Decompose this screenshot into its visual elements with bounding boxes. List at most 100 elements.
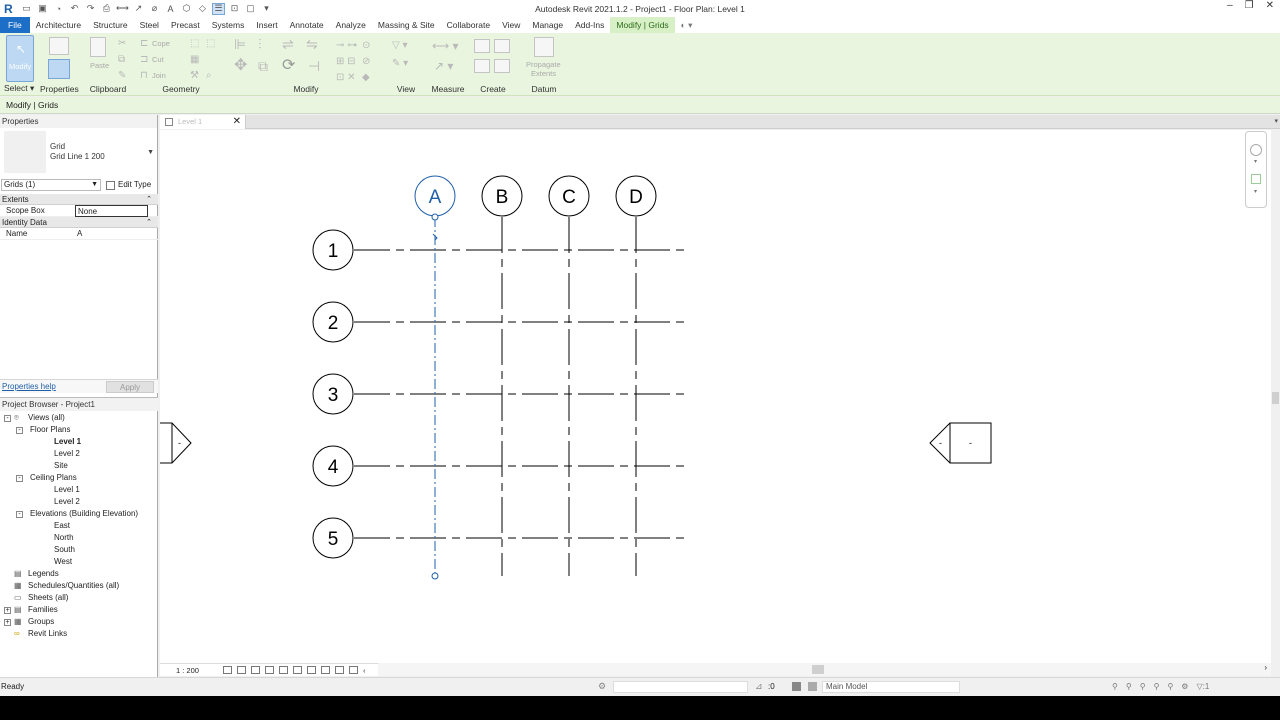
browser-node[interactable]: - Floor Plans [0,424,158,436]
close-hidden-icon[interactable]: ⊡ [228,3,241,15]
chevron-down-icon[interactable]: ▾ [1274,117,1278,125]
create-parts-icon[interactable] [494,39,510,53]
properties-help-link[interactable]: Properties help [2,382,56,391]
select-links-icon[interactable]: ⚲ [1112,682,1118,691]
paste-icon[interactable] [90,37,106,57]
demolish-icon[interactable]: ⚒ [190,71,199,81]
cut-geometry-icon[interactable]: ⊐ [140,55,148,65]
unpin-icon[interactable]: ⊘ [362,57,370,67]
remove-paint-icon[interactable]: ⌕ [206,71,212,81]
horizontal-scroll-thumb[interactable] [812,665,824,674]
type-properties-icon[interactable] [49,37,69,55]
select-underlay-icon[interactable]: ⚲ [1126,682,1132,691]
tab-precast[interactable]: Precast [165,17,206,33]
wall-joins-icon[interactable]: ⬚ [190,39,199,49]
hide-icon[interactable]: ▽ ▾ [392,41,408,51]
select-by-face-icon[interactable]: ⚲ [1154,682,1160,691]
properties-toggle-icon[interactable] [48,59,70,79]
browser-node[interactable]: West [0,556,158,568]
tab-collaborate[interactable]: Collaborate [441,17,496,33]
filter-icon[interactable]: ▽:1 [1196,682,1209,691]
category-identity-data[interactable]: Identity Data ⌃ [0,217,158,228]
create-assembly-icon[interactable] [474,39,490,53]
show-crop-icon[interactable] [292,666,302,674]
design-options-icon[interactable] [792,682,801,691]
scroll-right-icon[interactable]: › [1264,663,1267,672]
browser-node[interactable]: - ⌾ Views (all) [0,412,158,424]
background-processes-icon[interactable]: ⚙ [1181,682,1188,691]
mirror-draw-icon[interactable]: ⇋ [306,37,318,51]
expand-toggle-icon[interactable]: + [4,619,11,626]
select-dropdown[interactable]: Select ▾ [2,83,40,94]
browser-node[interactable]: Site [0,460,158,472]
redo-icon[interactable]: ↷ [84,3,97,15]
tag-icon[interactable]: ⌀ [148,3,161,15]
open-icon[interactable]: ▭ [20,3,33,15]
tab-steel[interactable]: Steel [134,17,165,33]
measure-icon[interactable]: ⟷ [116,3,129,15]
tab-add-ins[interactable]: Add-Ins [569,17,610,33]
select-pinned-icon[interactable]: ⚲ [1140,682,1146,691]
cut-clip-icon[interactable]: ✂ [118,39,126,49]
offset-icon[interactable]: ⫶ [258,37,262,51]
measure-distance-icon[interactable]: ⟷ ▾ [432,40,459,52]
reveal-hidden-icon[interactable] [320,666,330,674]
create-similar-icon[interactable] [494,59,510,73]
shadows-icon[interactable] [264,666,274,674]
temp-hide-icon[interactable] [306,666,316,674]
visual-style-icon[interactable] [236,666,246,674]
pin-icon[interactable]: ⊙ [362,41,370,51]
override-icon[interactable]: ✎ ▾ [392,59,408,69]
modify-button[interactable]: ↖ Modify [6,35,34,82]
revit-logo-icon[interactable]: R [4,2,17,16]
view-tab-level-1[interactable]: Level 1 ✕ [160,115,246,129]
editing-requests-icon[interactable]: ⊿ [755,681,763,692]
collapse-toggle-icon[interactable]: - [16,511,23,518]
highlight-displacement-icon[interactable] [348,666,358,674]
browser-node[interactable]: + ▦ Groups [0,616,158,628]
sun-path-icon[interactable] [250,666,260,674]
3d-view-icon[interactable]: ⬡ [180,3,193,15]
browser-node[interactable]: Level 1 [0,484,158,496]
elevation-marker-east[interactable]: - - [929,422,992,464]
restore-icon[interactable]: ❐ [1245,0,1254,11]
browser-node[interactable]: Level 1 [0,436,158,448]
tab-analyze[interactable]: Analyze [330,17,372,33]
browser-node[interactable]: ▦ Schedules/Quantities (all) [0,580,158,592]
category-extents[interactable]: Extents ⌃ [0,194,158,205]
type-selector[interactable]: Grid Grid Line 1 200 ▼ [2,129,156,177]
browser-node[interactable]: Level 2 [0,496,158,508]
split-icon[interactable]: ⊸ ⊶ [336,41,357,51]
detail-level-icon[interactable] [222,666,232,674]
chevron-down-icon[interactable]: ▾ [1254,158,1257,165]
worksets-icon[interactable]: ⚙ [598,681,606,692]
ribbon-toggle-icon[interactable]: ◐ ▾ [675,17,699,33]
rotate-icon[interactable]: ⟳ [282,58,295,74]
view-scale[interactable]: 1 : 200 [176,666,199,675]
copy-icon[interactable]: ⧉ [258,59,268,73]
browser-node[interactable]: ∞ Revit Links [0,628,158,640]
save-icon[interactable]: ▣ [36,3,49,15]
tab-annotate[interactable]: Annotate [284,17,330,33]
elevation-marker-west[interactable]: - [160,422,192,464]
minimize-icon[interactable]: ‒ [1227,0,1233,11]
tab-systems[interactable]: Systems [206,17,251,33]
mirror-axis-icon[interactable]: ⇌ [282,37,294,51]
scale-icon[interactable]: ⊡ ✕ [336,73,356,83]
create-group-icon[interactable] [474,59,490,73]
browser-node[interactable]: - Elevations (Building Elevation) [0,508,158,520]
chevron-down-icon[interactable]: ▾ [1254,188,1257,195]
align-icon[interactable]: ⊫ [234,37,246,51]
close-icon[interactable]: ✕ [233,115,241,128]
text-icon[interactable]: A [164,3,177,15]
match-type-icon[interactable]: ✎ [118,71,126,81]
tab-modify-grids[interactable]: Modify | Grids [610,17,675,33]
scope-box-field[interactable]: None [75,205,148,217]
crop-view-icon[interactable] [278,666,288,674]
workset-combo[interactable] [613,681,748,693]
collapse-toggle-icon[interactable]: - [16,427,23,434]
tab-architecture[interactable]: Architecture [30,17,87,33]
collapse-icon[interactable]: ⌃ [146,194,152,205]
split-face-icon[interactable]: ⬚ [206,39,215,49]
apply-button[interactable]: Apply [106,381,154,393]
